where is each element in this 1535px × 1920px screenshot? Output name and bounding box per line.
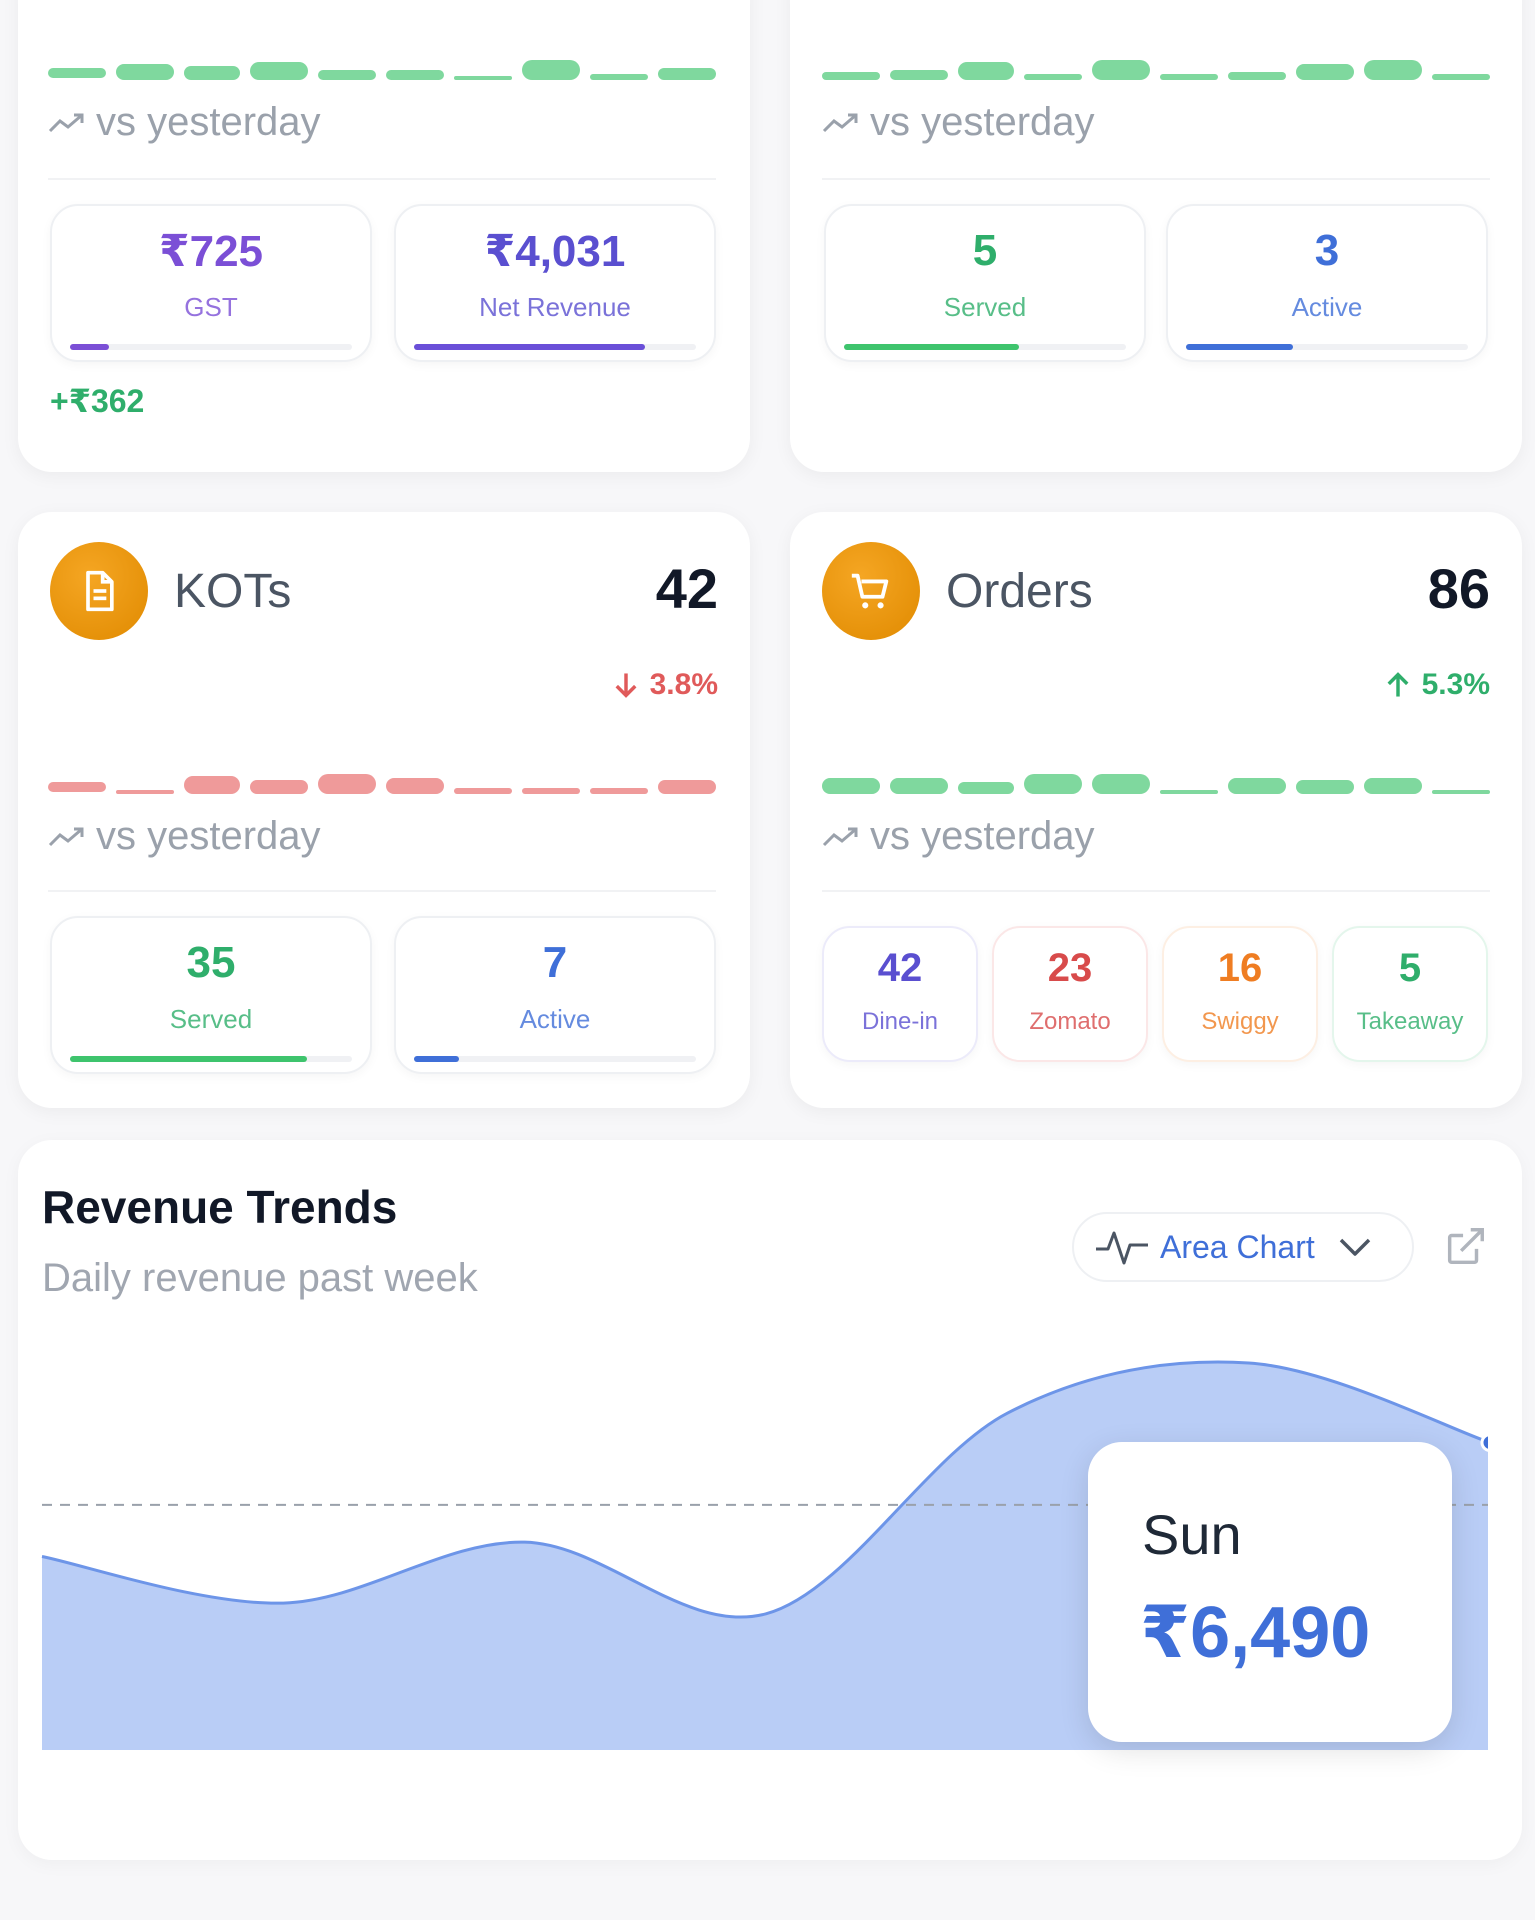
channel-swiggy-label: Swiggy xyxy=(1201,1008,1279,1035)
kots-card[interactable]: KOTs 42 3.8% vs yesterday 35 Served 7 Ac… xyxy=(18,512,750,1108)
net-revenue-progress-fill xyxy=(414,344,646,350)
vs-yesterday: vs yesterday xyxy=(48,100,321,145)
channel-dine-in[interactable]: 42 Dine-in xyxy=(822,926,978,1062)
served-value: 5 xyxy=(972,226,998,275)
kots-value: 42 xyxy=(655,557,718,620)
revenue-change: +₹362 xyxy=(50,383,145,419)
revenue-trends-title: Revenue Trends xyxy=(42,1181,398,1233)
revenue-trends-subtitle: Daily revenue past week xyxy=(42,1256,478,1300)
chevron-down-icon xyxy=(1339,1238,1370,1256)
divider xyxy=(48,890,716,892)
revenue-trends-section: Revenue Trends Daily revenue past week A… xyxy=(18,1140,1522,1860)
net-revenue-progress-track xyxy=(414,344,696,350)
net-revenue-label: Net Revenue xyxy=(479,292,631,322)
orders-value: 86 xyxy=(1427,557,1490,620)
channel-zomato[interactable]: 23 Zomato xyxy=(992,926,1148,1062)
channel-swiggy-value: 16 xyxy=(1217,946,1263,990)
active-stat[interactable]: 3 Active xyxy=(1166,204,1488,362)
active-progress-fill xyxy=(1186,344,1294,350)
kots-served-label: Served xyxy=(169,1004,253,1034)
trend-icon xyxy=(822,827,858,846)
channel-zomato-label: Zomato xyxy=(1029,1008,1111,1035)
channel-takeaway-label: Takeaway xyxy=(1356,1008,1464,1035)
served-label: Served xyxy=(943,292,1027,322)
document-icon xyxy=(50,542,148,640)
kots-served-value: 35 xyxy=(186,938,236,987)
served-stat[interactable]: 5 Served xyxy=(824,204,1146,362)
gst-value: ₹725 xyxy=(158,227,264,276)
gst-stat[interactable]: ₹725 GST xyxy=(50,204,372,362)
kots-served-stat[interactable]: 35 Served xyxy=(50,916,372,1074)
tables-sparkline xyxy=(822,60,1490,84)
activity-icon xyxy=(1096,1231,1148,1265)
orders-delta: 5.3% xyxy=(1384,668,1490,702)
gst-label: GST xyxy=(184,292,238,322)
trend-icon xyxy=(822,113,858,132)
highlight-point[interactable] xyxy=(1480,1433,1488,1452)
kots-title: KOTs xyxy=(174,565,292,618)
chart-type-label: Area Chart xyxy=(1160,1228,1315,1265)
divider xyxy=(822,890,1490,892)
channel-swiggy[interactable]: 16 Swiggy xyxy=(1162,926,1318,1062)
chart-type-select[interactable]: Area Chart xyxy=(1072,1212,1414,1282)
net-revenue-stat[interactable]: ₹4,031 Net Revenue xyxy=(394,204,716,362)
cart-icon xyxy=(822,542,920,640)
active-value: 3 xyxy=(1314,226,1340,275)
gst-progress-track xyxy=(70,344,352,350)
active-progress-track xyxy=(1186,344,1468,350)
tooltip-value: ₹6,490 xyxy=(1140,1593,1371,1673)
channel-takeaway[interactable]: 5 Takeaway xyxy=(1332,926,1488,1062)
divider xyxy=(822,178,1490,180)
revenue-card: vs yesterday ₹725 GST ₹4,031 Net Revenue… xyxy=(18,0,750,472)
orders-title: Orders xyxy=(946,565,1093,618)
channel-zomato-value: 23 xyxy=(1047,946,1093,990)
chart-tooltip: Sun ₹6,490 xyxy=(1088,1442,1452,1742)
divider xyxy=(48,178,716,180)
channel-dine-in-value: 42 xyxy=(877,946,923,990)
kots-active-stat[interactable]: 7 Active xyxy=(394,916,716,1074)
kots-active-progress-fill xyxy=(414,1056,460,1062)
tooltip-day: Sun xyxy=(1142,1503,1242,1566)
net-revenue-value: ₹4,031 xyxy=(484,227,626,276)
kots-active-label: Active xyxy=(519,1004,591,1034)
vs-yesterday: vs yesterday xyxy=(822,814,1095,859)
kots-served-progress-track xyxy=(70,1056,352,1062)
active-label: Active xyxy=(1291,292,1363,322)
vs-yesterday: vs yesterday xyxy=(822,100,1095,145)
tables-card: vs yesterday 5 Served 3 Active xyxy=(790,0,1522,472)
vs-yesterday: vs yesterday xyxy=(48,814,321,859)
trend-icon xyxy=(48,827,84,846)
gst-progress-fill xyxy=(70,344,110,350)
channel-dine-in-label: Dine-in xyxy=(861,1008,939,1035)
channel-takeaway-value: 5 xyxy=(1398,946,1422,990)
kots-served-progress-fill xyxy=(70,1056,307,1062)
kots-active-value: 7 xyxy=(542,938,568,987)
trend-icon xyxy=(48,113,84,132)
served-progress-fill xyxy=(844,344,1019,350)
orders-card[interactable]: Orders 86 5.3% vs yesterday 42 Dine-in 2… xyxy=(790,512,1522,1108)
kots-sparkline xyxy=(48,774,716,798)
served-progress-track xyxy=(844,344,1126,350)
revenue-sparkline xyxy=(48,60,716,84)
orders-sparkline xyxy=(822,774,1490,798)
arrow-up-icon xyxy=(1387,672,1409,697)
kots-active-progress-track xyxy=(414,1056,696,1062)
external-link-icon[interactable] xyxy=(1442,1224,1488,1270)
arrow-down-icon xyxy=(615,673,637,698)
kots-delta: 3.8% xyxy=(612,668,718,702)
